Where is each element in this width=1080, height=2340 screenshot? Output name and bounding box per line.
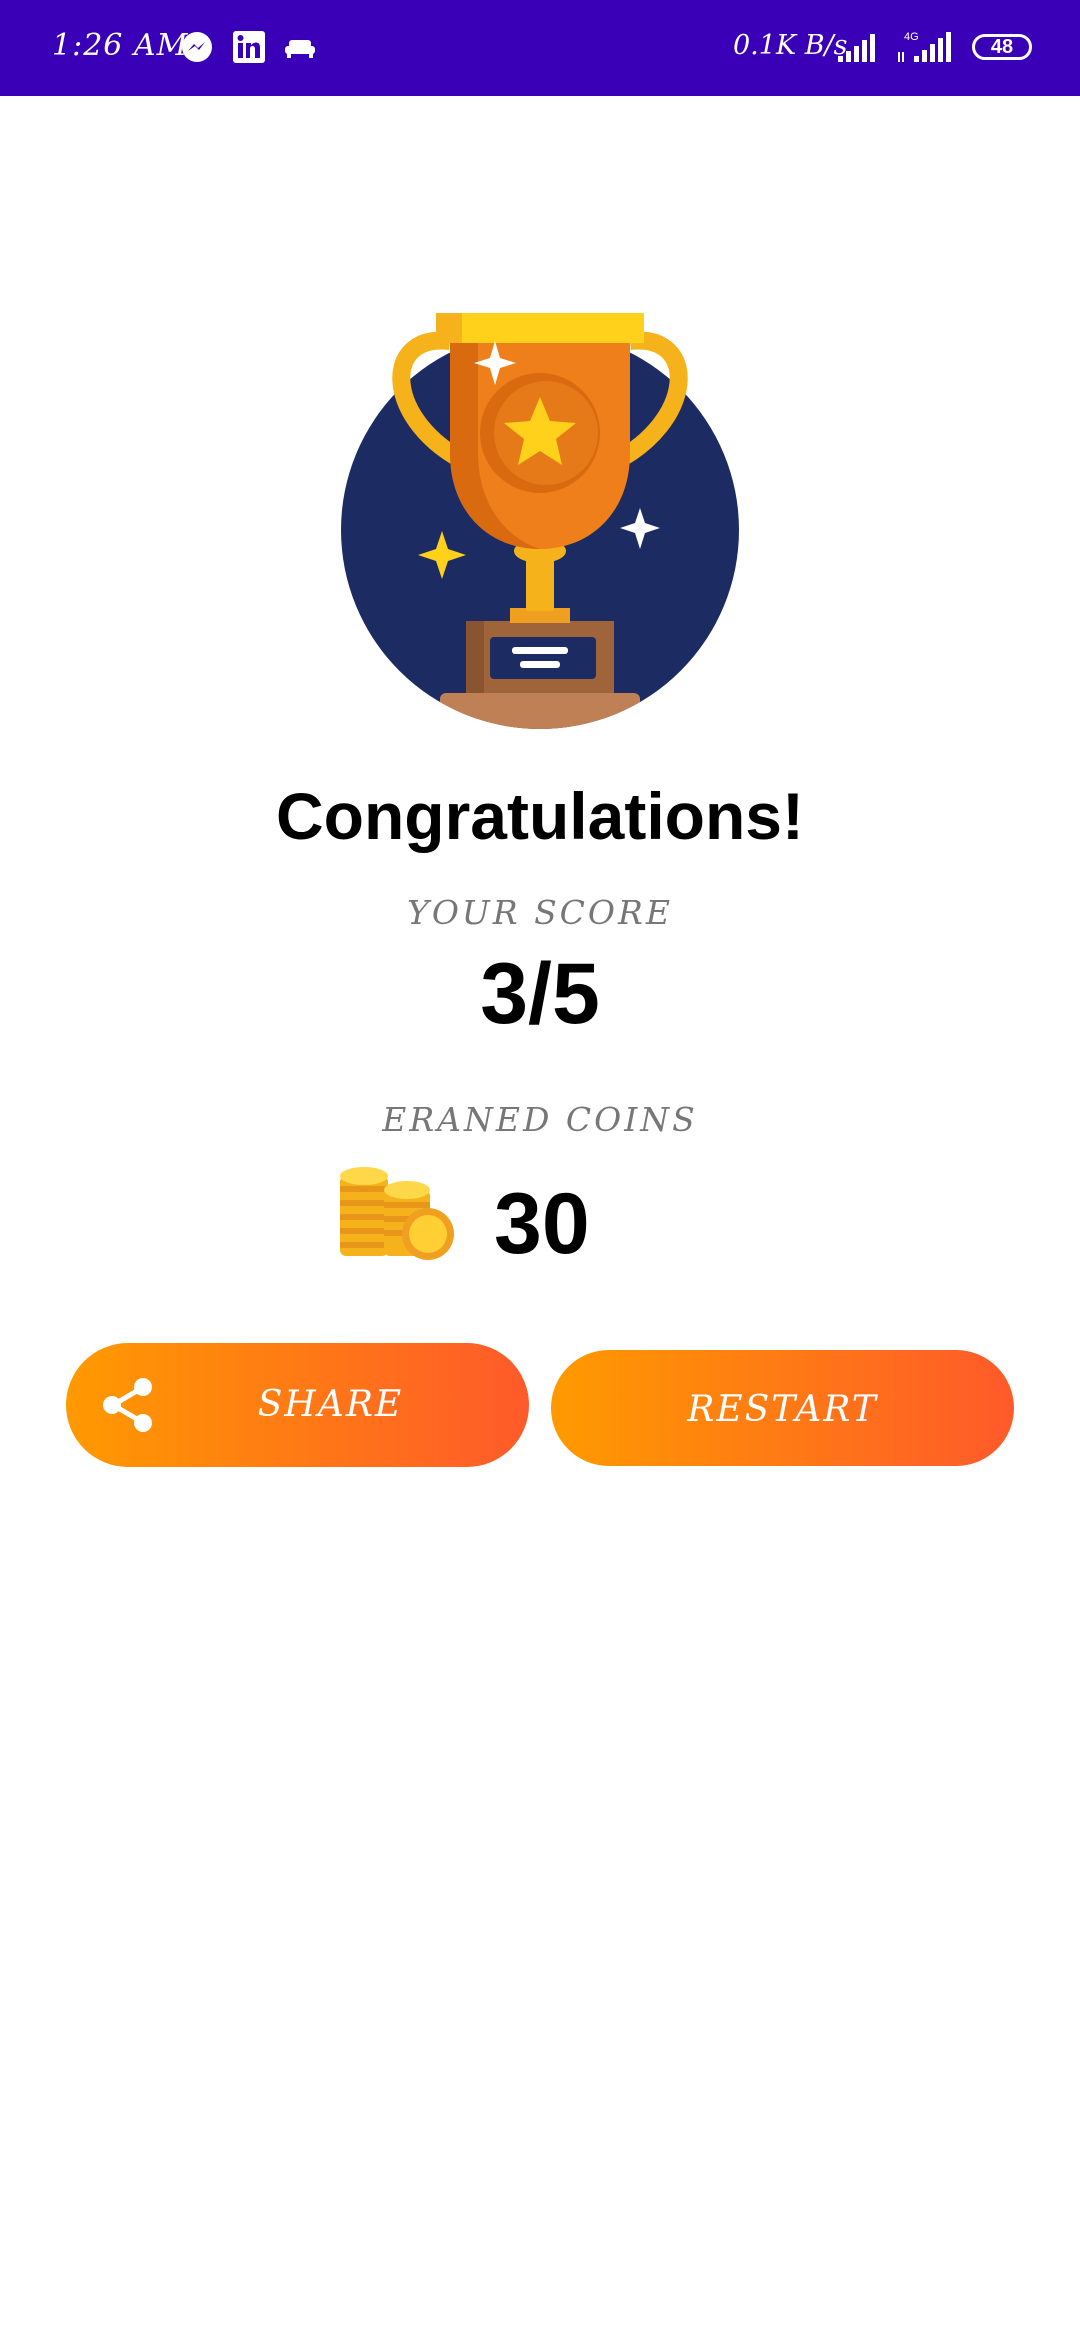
score-value: 3/5	[480, 946, 600, 1042]
battery-icon: 48	[972, 34, 1032, 60]
restart-button[interactable]: RESTART	[551, 1350, 1014, 1466]
network-type-label: 4G	[904, 31, 919, 43]
score-label: YOUR SCORE	[407, 893, 673, 932]
trophy-image	[341, 313, 739, 729]
network-speed: 0.1K B/s	[733, 30, 848, 61]
coins-icon	[340, 1167, 454, 1260]
share-button[interactable]: SHARE	[66, 1343, 529, 1467]
signal-4g-icon: 4G	[898, 31, 951, 62]
linkedin-icon	[233, 31, 265, 63]
signal-icon	[838, 34, 875, 62]
status-time: 1:26 AM	[52, 28, 189, 63]
coins-value: 30	[494, 1176, 590, 1272]
coins-label: ERANED COINS	[382, 1100, 698, 1139]
share-button-label: SHARE	[257, 1384, 404, 1425]
battery-level: 48	[990, 36, 1014, 58]
status-bar: 1:26 AM 0.1K B/s 4G 48	[0, 0, 1080, 96]
messenger-icon	[182, 32, 212, 62]
congratulations-title: Congratulations!	[276, 779, 804, 853]
sofa-icon	[285, 40, 315, 58]
